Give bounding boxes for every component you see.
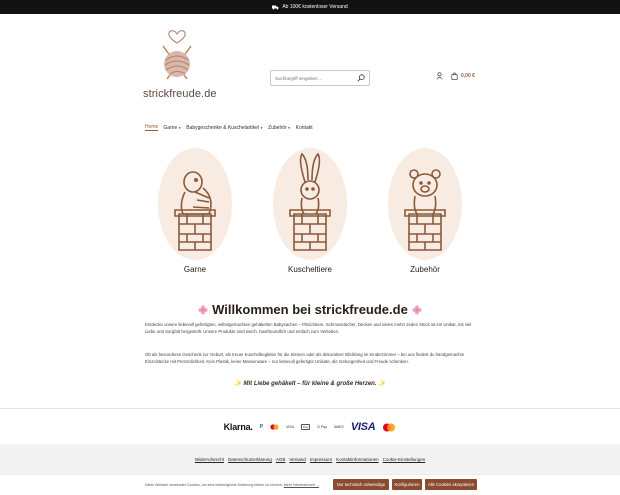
nav-item-label: Zubehör <box>268 124 287 131</box>
cookie-bar: Diese Website verwendet Cookies, um eine… <box>0 474 620 495</box>
welcome-heading: Willkommen bei strickfreude.de <box>0 302 620 317</box>
bunny-icon <box>289 152 331 251</box>
applepay-icon: Pay <box>301 424 311 430</box>
klarna-logo: Klarna. <box>223 422 253 432</box>
cart-bag-icon <box>451 72 458 80</box>
cookie-configure-button[interactable]: Konfigurieren <box>392 479 422 490</box>
cookie-necessary-button[interactable]: Nur technisch notwendige <box>333 479 389 490</box>
category-garne[interactable]: Garne <box>150 148 240 274</box>
nav-item-babygeschenke[interactable]: Babygeschenke & Kuschelartikel ▼ <box>186 124 263 131</box>
turtle-icon <box>174 171 216 251</box>
amex-icon: AMEX <box>333 425 344 429</box>
category-label[interactable]: Garne <box>150 265 240 274</box>
cart-button[interactable]: 0,00 € <box>451 72 475 80</box>
paypal-icon: P <box>259 424 264 430</box>
cart-total: 0,00 € <box>461 73 475 79</box>
footer-link-widerrufsrecht[interactable]: Widerrufsrecht <box>195 457 224 462</box>
nav-item-label: Babygeschenke & Kuschelartikel <box>186 124 260 131</box>
tagline: ✨ Mit Liebe gehäkelt – für kleine & groß… <box>0 380 620 387</box>
shipping-banner-text: Ab 100€ kostenloser Versand <box>282 4 348 10</box>
cookie-notice: Diese Website verwendet Cookies, um eine… <box>145 483 319 487</box>
bear-icon <box>404 169 446 251</box>
nav-item-label: Home <box>145 124 159 130</box>
shipping-banner: Ab 100€ kostenloser Versand <box>0 0 620 14</box>
sparkle-icon: ✨ <box>234 381 242 387</box>
site-footer: Widerrufsrecht Datenschutzerklärung AGB … <box>0 444 620 474</box>
footer-link-versand[interactable]: Versand <box>289 457 306 462</box>
main-nav: Home Garne ▼ Babygeschenke & Kuschelartik… <box>145 124 313 131</box>
welcome-title: Willkommen bei strickfreude.de <box>212 302 408 317</box>
category-image[interactable] <box>273 148 347 260</box>
nav-item-label: Kontakt <box>295 124 313 131</box>
category-label[interactable]: Zubehör <box>380 265 470 274</box>
cookie-more-info-link[interactable]: Mehr Informationen ... <box>284 483 319 487</box>
nav-item-kontakt[interactable]: Kontakt <box>296 124 313 131</box>
welcome-paragraph-1: Entdecke unsere liebevoll gefertigten, s… <box>145 322 472 334</box>
chevron-down-icon: ▼ <box>260 125 264 130</box>
nav-item-zubehoer[interactable]: Zubehör ▼ <box>268 124 291 131</box>
category-zubehoer[interactable]: Zubehör <box>380 148 470 274</box>
cookie-accept-all-button[interactable]: Alle Cookies akzeptieren <box>425 479 477 490</box>
sparkle-icon: ✨ <box>378 381 386 387</box>
site-logo[interactable]: strickfreude.de <box>143 24 217 104</box>
mastercard-icon <box>270 424 279 430</box>
header-actions: 0,00 € <box>436 72 475 80</box>
nav-item-home[interactable]: Home <box>145 124 159 131</box>
search-input[interactable] <box>275 75 357 81</box>
chevron-down-icon: ▼ <box>178 125 182 130</box>
visa-small-icon: VISA <box>286 425 295 429</box>
divider <box>0 408 620 409</box>
search-box[interactable] <box>270 70 370 86</box>
flower-icon <box>412 305 422 314</box>
nav-item-label: Garne <box>163 124 178 131</box>
truck-icon <box>272 5 279 10</box>
footer-link-agb[interactable]: AGB <box>276 457 286 462</box>
category-image[interactable] <box>388 148 462 260</box>
account-icon[interactable] <box>436 72 443 80</box>
tagline-text: Mit Liebe gehäkelt – für kleine & große … <box>243 381 377 387</box>
mastercard-large-icon <box>383 423 396 431</box>
category-kuscheltiere[interactable]: Kuscheltiere <box>265 148 355 274</box>
yarn-heart-logo-icon <box>162 30 192 80</box>
logo-text: strickfreude.de <box>143 88 217 100</box>
nav-item-garne[interactable]: Garne ▼ <box>163 124 181 131</box>
category-image[interactable] <box>158 148 232 260</box>
payment-methods: Klarna. P VISA Pay G Pay AMEX VISA <box>0 421 620 433</box>
category-label[interactable]: Kuscheltiere <box>265 265 355 274</box>
footer-link-datenschutz[interactable]: Datenschutzerklärung <box>228 457 272 462</box>
visa-logo: VISA <box>350 421 376 433</box>
footer-link-kontaktinformationen[interactable]: Kontaktinformationen <box>336 457 379 462</box>
cookie-notice-text: Diese Website verwendet Cookies, um eine… <box>145 483 283 487</box>
footer-links: Widerrufsrecht Datenschutzerklärung AGB … <box>0 457 620 462</box>
googlepay-icon: G Pay <box>317 425 327 429</box>
site-header: strickfreude.de 0,00 € <box>0 14 620 114</box>
welcome-paragraph-2: Ob als besonderes Geschenk zur Geburt, a… <box>145 352 465 364</box>
search-icon[interactable] <box>357 74 365 82</box>
flower-icon <box>198 305 208 314</box>
footer-link-cookie-einstellungen[interactable]: Cookie-Einstellungen <box>383 457 426 462</box>
chevron-down-icon: ▼ <box>287 125 291 130</box>
footer-link-impressum[interactable]: Impressum <box>310 457 332 462</box>
category-tiles: Garne Kuscheltiere Zubehör <box>150 148 470 288</box>
